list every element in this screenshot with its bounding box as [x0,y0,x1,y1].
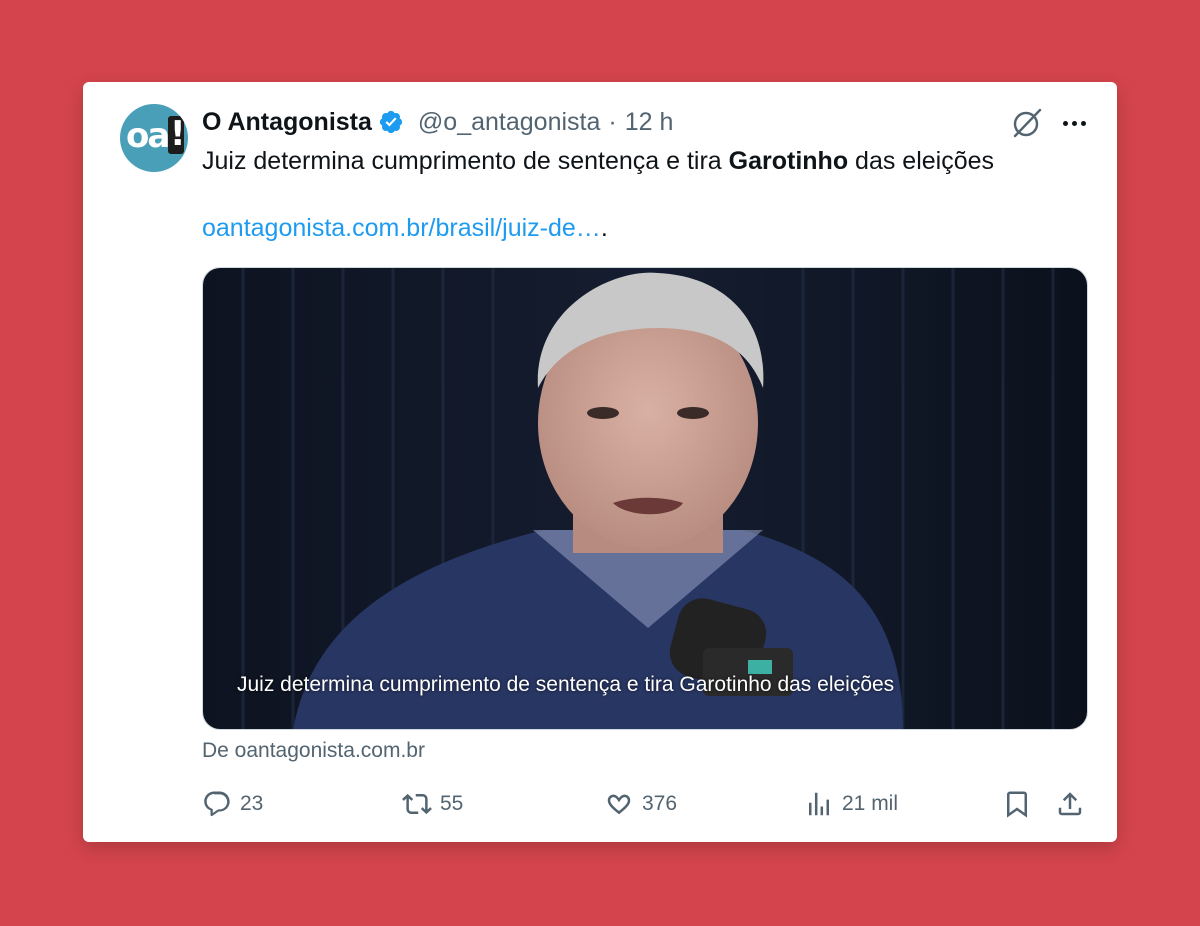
repost-icon [402,793,432,815]
share-icon [1058,792,1082,816]
tweet-card: oa O Antagonista @o_antagonista · 12 h J… [83,82,1117,842]
tweet-text: Juiz determina cumprimento de sentença e… [202,145,994,177]
tweet-header: O Antagonista @o_antagonista · 12 h [202,106,673,138]
author-handle[interactable]: @o_antagonista [418,108,600,137]
avatar-logo-text: oa [126,116,170,156]
reply-button[interactable]: 23 [202,786,263,822]
repost-count: 55 [440,792,464,815]
tweet-text-bold: Garotinho [728,147,849,175]
share-button[interactable] [1055,786,1085,822]
post-time[interactable]: 12 h [625,108,674,137]
views-button[interactable]: 21 mil [804,786,898,822]
avatar-logo-mark [168,115,186,154]
separator-dot: · [608,107,617,136]
tweet-text-part: das eleições [848,147,995,175]
link-trailing-period: . [600,214,608,242]
reply-icon [204,791,230,817]
video-thumbnail [203,268,1087,729]
avatar[interactable]: oa [120,104,188,172]
bookmark-button[interactable] [1002,786,1032,822]
verified-badge-icon [379,110,403,134]
bookmark-icon [1007,791,1027,818]
display-name[interactable]: O Antagonista [202,108,372,137]
reply-count: 23 [240,792,264,815]
more-icon[interactable] [1059,108,1089,138]
video-card[interactable]: Juiz determina cumprimento de sentença e… [202,267,1088,730]
link-source[interactable]: De oantagonista.com.br [202,739,425,763]
tweet-link[interactable]: oantagonista.com.br/brasil/juiz-de… [202,214,601,242]
action-bar: 23 55 376 21 mil [202,786,1092,822]
video-caption: Juiz determina cumprimento de sentença e… [237,673,895,696]
heart-icon [607,794,631,815]
views-count: 21 mil [842,792,899,815]
views-chart-icon [809,792,829,816]
tweet-link-line: oantagonista.com.br/brasil/juiz-de…. [202,212,608,244]
repost-button[interactable]: 55 [402,786,463,822]
like-button[interactable]: 376 [604,786,677,822]
grok-icon[interactable] [1010,106,1044,140]
tweet-text-part: Juiz determina cumprimento de sentença e… [202,147,729,175]
like-count: 376 [642,792,678,815]
